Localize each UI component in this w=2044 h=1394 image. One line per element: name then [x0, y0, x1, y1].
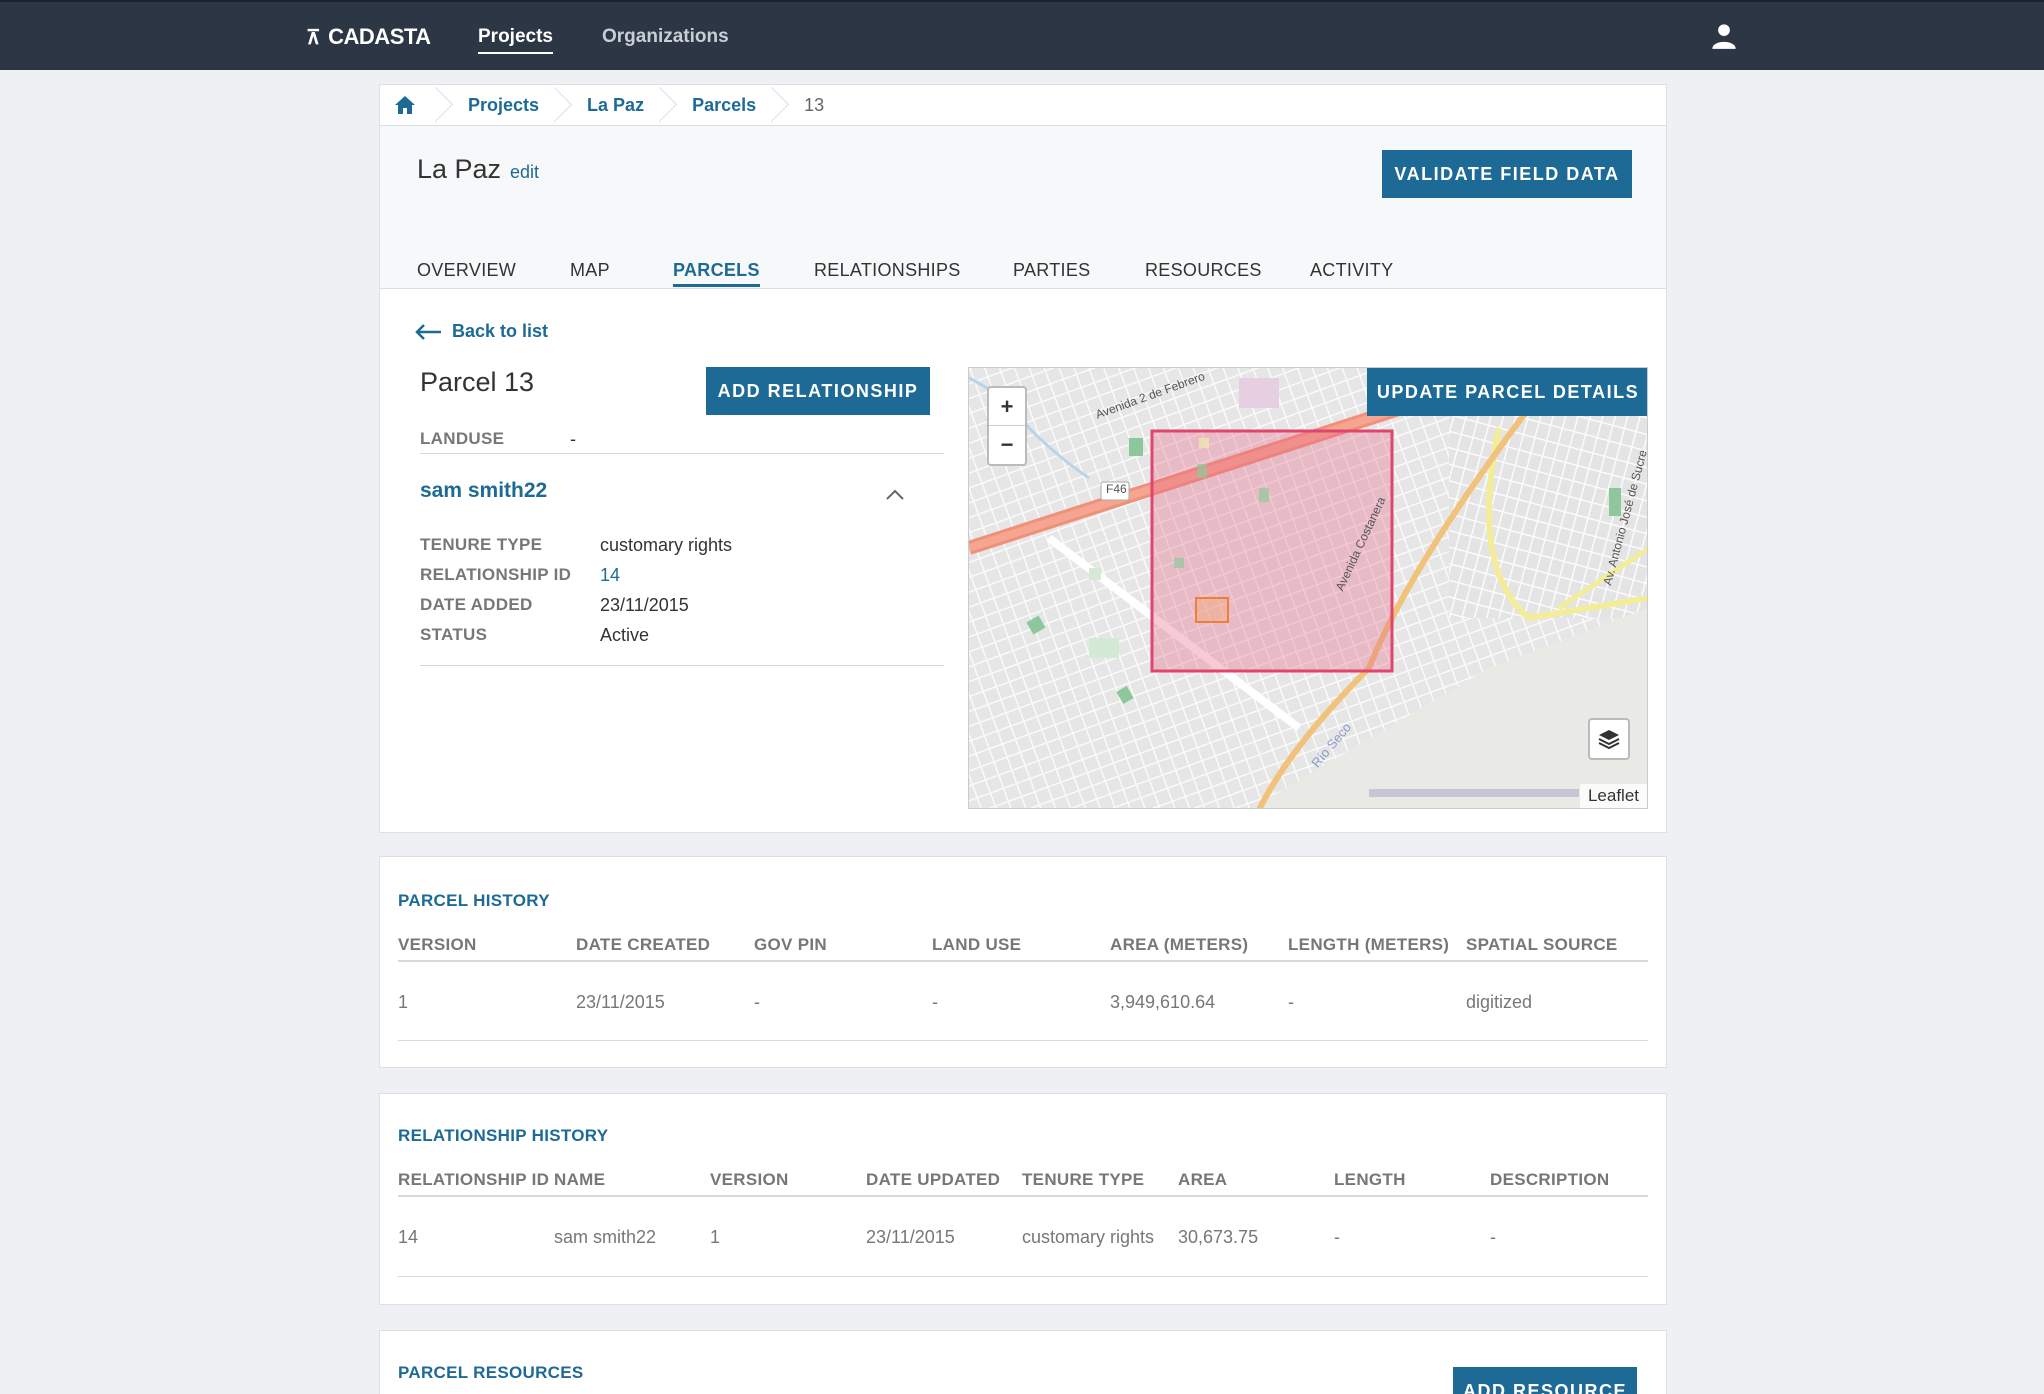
tenure-type-value: customary rights [600, 535, 733, 555]
column-header: DATE UPDATED [866, 1170, 1001, 1189]
project-header: La Paz edit VALIDATE FIELD DATA OVERVIEW… [379, 126, 1667, 289]
column-header: LAND USE [932, 935, 1022, 954]
breadcrumb-parcels[interactable]: Parcels [670, 85, 782, 125]
breadcrumb-projects[interactable]: Projects [446, 85, 565, 125]
tab-activity[interactable]: ACTIVITY [1310, 260, 1393, 281]
zoom-control: + − [987, 386, 1027, 466]
table-cell: - [932, 992, 938, 1012]
tab-overview[interactable]: OVERVIEW [417, 260, 516, 281]
status-label: STATUS [420, 625, 488, 644]
divider [398, 960, 1648, 962]
column-header: LENGTH (METERS) [1288, 935, 1450, 954]
parcel-title: Parcel 13 [420, 367, 535, 397]
divider [398, 1276, 1648, 1277]
parcel-resources-panel: PARCEL RESOURCES ADD RESOURCE [379, 1330, 1667, 1394]
table-cell: 1 [710, 1227, 721, 1247]
table-cell: customary rights [1022, 1227, 1155, 1247]
table-cell: digitized [1466, 992, 1533, 1012]
table-cell: 30,673.75 [1178, 1227, 1259, 1247]
table-cell: - [1334, 1227, 1340, 1247]
parcel-map[interactable]: Avenida 2 de Febrero F46 Avenida Costane… [968, 367, 1648, 809]
nav-organizations[interactable]: Organizations [602, 26, 729, 48]
column-header: SPATIAL SOURCE [1466, 935, 1618, 954]
layers-icon [1598, 730, 1620, 750]
column-header: DESCRIPTION [1490, 1170, 1610, 1189]
zoom-in-button[interactable]: + [989, 388, 1025, 426]
date-added-value: 23/11/2015 [600, 595, 689, 615]
relationship-history-panel: RELATIONSHIP HISTORY RELATIONSHIP ID NAM… [379, 1093, 1667, 1305]
landuse-label: LANDUSE [420, 429, 505, 448]
column-header: VERSION [398, 935, 477, 954]
add-relationship-button[interactable]: ADD RELATIONSHIP [706, 367, 930, 415]
column-header: AREA [1178, 1170, 1228, 1189]
table-cell: sam smith22 [554, 1227, 657, 1247]
relationship-party-name[interactable]: sam smith22 [420, 479, 547, 503]
divider [398, 1040, 1648, 1041]
cadasta-logo-icon: ⊼ [306, 26, 321, 49]
relationship-history-title: RELATIONSHIP HISTORY [398, 1126, 609, 1145]
column-header: TENURE TYPE [1022, 1170, 1145, 1189]
table-cell: 3,949,610.64 [1110, 992, 1216, 1012]
leaflet-attribution[interactable]: Leaflet [1579, 784, 1647, 808]
tab-parcels[interactable]: PARCELS [673, 260, 760, 287]
layers-control-button[interactable] [1588, 718, 1630, 760]
table-cell: - [754, 992, 760, 1012]
relationship-id-label: RELATIONSHIP ID [420, 565, 572, 584]
parcel-history-title: PARCEL HISTORY [398, 891, 550, 910]
tab-relationships[interactable]: RELATIONSHIPS [814, 260, 961, 281]
tenure-type-label: TENURE TYPE [420, 535, 543, 554]
back-to-list-label: Back to list [452, 321, 549, 341]
divider [420, 665, 944, 666]
map-road-code-label: F46 [1106, 482, 1127, 496]
user-account-icon[interactable] [1710, 22, 1738, 50]
tab-map[interactable]: MAP [570, 260, 610, 281]
table-cell: - [1490, 1227, 1496, 1247]
tab-parties[interactable]: PARTIES [1013, 260, 1090, 281]
column-header: LENGTH [1334, 1170, 1406, 1189]
nav-projects[interactable]: Projects [478, 26, 553, 54]
breadcrumb: Projects La Paz Parcels 13 [379, 84, 1667, 126]
edit-project-link[interactable]: edit [510, 162, 539, 183]
parcel-resources-title: PARCEL RESOURCES [398, 1363, 584, 1382]
validate-field-data-button[interactable]: VALIDATE FIELD DATA [1382, 150, 1632, 198]
chevron-up-icon[interactable] [885, 489, 905, 501]
relationship-id-link[interactable]: 14 [600, 565, 620, 586]
column-header: VERSION [710, 1170, 789, 1189]
breadcrumb-current: 13 [804, 94, 825, 115]
project-title: La Paz [417, 154, 502, 184]
breadcrumb-home[interactable] [380, 85, 446, 125]
column-header: RELATIONSHIP ID [398, 1170, 550, 1189]
date-added-label: DATE ADDED [420, 595, 533, 614]
cadasta-logo[interactable]: ⊼ CADASTA [306, 24, 431, 50]
arrow-left-icon [415, 323, 441, 340]
table-cell: - [1288, 992, 1294, 1012]
update-parcel-details-button[interactable]: UPDATE PARCEL DETAILS [1367, 368, 1647, 416]
column-header: GOV PIN [754, 935, 827, 954]
table-cell: 23/11/2015 [576, 992, 665, 1012]
table-cell: 1 [398, 992, 409, 1012]
home-icon [395, 96, 415, 114]
map-tiles [969, 368, 1647, 808]
parcel-history-panel: PARCEL HISTORY VERSION DATE CREATED GOV … [379, 856, 1667, 1068]
column-header: AREA (METERS) [1110, 935, 1249, 954]
back-to-list-link[interactable]: Back to list [414, 321, 548, 342]
breadcrumb-project-la-paz[interactable]: La Paz [565, 85, 670, 125]
add-resource-button[interactable]: ADD RESOURCE [1453, 1367, 1637, 1394]
brand-name: CADASTA [328, 24, 431, 49]
column-header: NAME [554, 1170, 606, 1189]
divider [420, 453, 944, 454]
status-value: Active [600, 625, 650, 645]
landuse-value: - [570, 429, 576, 449]
parcel-detail-panel: Back to list Parcel 13 ADD RELATIONSHIP … [379, 289, 1667, 833]
zoom-out-button[interactable]: − [989, 426, 1025, 464]
tab-resources[interactable]: RESOURCES [1145, 260, 1262, 281]
top-navbar: ⊼ CADASTA Projects Organizations [0, 0, 2044, 70]
divider [398, 1195, 1648, 1197]
table-cell: 14 [398, 1227, 419, 1247]
column-header: DATE CREATED [576, 935, 711, 954]
table-cell: 23/11/2015 [866, 1227, 955, 1247]
